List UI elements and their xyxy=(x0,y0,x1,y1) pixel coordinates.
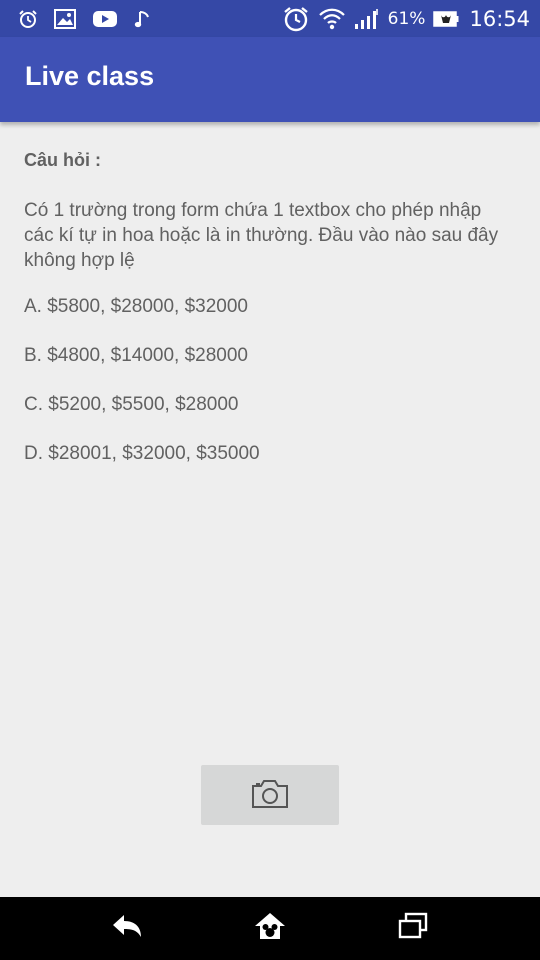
clock: 16:54 xyxy=(469,7,530,31)
alarm-clock-icon xyxy=(282,5,310,33)
camera-icon xyxy=(251,779,289,812)
signal-icon xyxy=(354,7,380,31)
answer-option-d: D. $28001, $32000, $35000 xyxy=(24,443,260,464)
back-icon xyxy=(110,913,144,943)
answer-option-b: B. $4800, $14000, $28000 xyxy=(24,345,248,366)
system-status: 61% 16:54 xyxy=(282,5,530,33)
answer-options: A. $5800, $28000, $32000 B. $4800, $1400… xyxy=(24,294,514,466)
answer-option-a: A. $5800, $28000, $32000 xyxy=(24,296,248,317)
battery-percent: 61% xyxy=(387,9,426,29)
status-bar: 61% 16:54 xyxy=(0,0,540,37)
answer-option-c: C. $5200, $5500, $28000 xyxy=(24,394,239,415)
image-icon xyxy=(54,9,76,29)
page-title: Live class xyxy=(25,61,155,91)
question-text: Có 1 trường trong form chứa 1 textbox ch… xyxy=(24,200,499,271)
question-heading: Câu hỏi : xyxy=(24,150,101,170)
home-icon xyxy=(253,911,287,945)
back-button[interactable] xyxy=(107,911,147,945)
home-button[interactable] xyxy=(250,911,290,945)
camera-button[interactable] xyxy=(201,765,339,825)
app-bar: Live class xyxy=(0,37,540,122)
wifi-icon xyxy=(318,7,346,31)
youtube-icon xyxy=(92,9,118,29)
battery-icon xyxy=(433,11,459,27)
music-note-icon xyxy=(134,9,152,29)
notification-icons xyxy=(18,7,152,31)
screen: 61% 16:54 Live class Câu hỏi : Có 1 trườ… xyxy=(0,0,540,960)
navigation-bar xyxy=(0,897,540,960)
question-content: Câu hỏi : Có 1 trường trong form chứa 1 … xyxy=(24,148,514,490)
recents-button[interactable] xyxy=(393,911,433,945)
recents-icon xyxy=(397,912,429,944)
alarm-icon xyxy=(18,9,38,29)
